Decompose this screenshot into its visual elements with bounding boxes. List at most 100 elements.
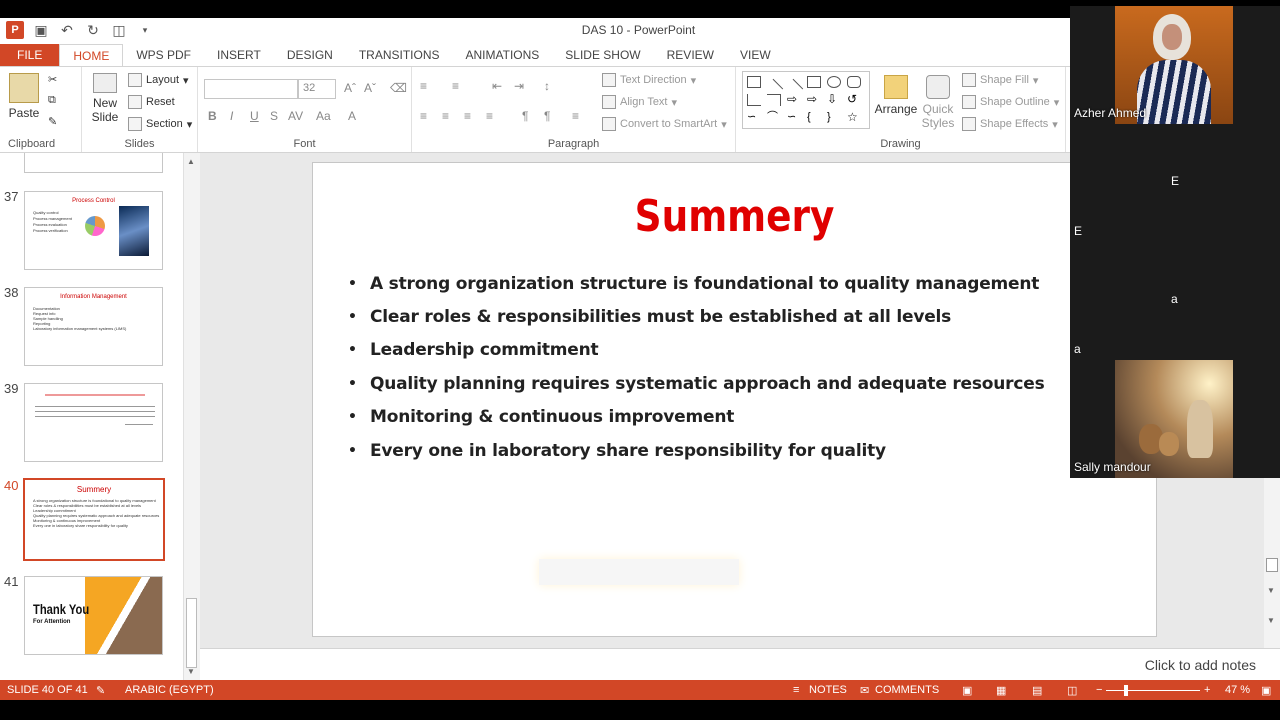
arc-shape-icon[interactable]: ⌒ xyxy=(767,112,781,124)
rounded-rect-shape-icon[interactable] xyxy=(847,76,861,88)
grow-font-icon[interactable]: Aˆ xyxy=(344,81,356,95)
thumbnail-scrollbar[interactable]: ▲ ▼ xyxy=(183,153,200,680)
numbering-icon[interactable]: ≡ xyxy=(452,79,459,93)
slide-thumbnail-38[interactable]: Information Management Documentation Req… xyxy=(24,287,163,366)
columns-icon[interactable]: ≡ xyxy=(572,109,579,123)
tab-home[interactable]: HOME xyxy=(59,44,124,66)
align-center-icon[interactable]: ≡ xyxy=(442,109,449,123)
shrink-font-icon[interactable]: Aˇ xyxy=(364,81,376,95)
tab-file[interactable]: FILE xyxy=(0,44,60,66)
convert-smartart-button[interactable]: Convert to SmartArt ▾ xyxy=(602,117,727,131)
tab-review[interactable]: REVIEW xyxy=(654,44,727,66)
zoom-slider-knob[interactable] xyxy=(1124,685,1128,696)
oval-shape-icon[interactable] xyxy=(827,76,841,88)
slide-sorter-icon[interactable]: ▦ xyxy=(996,684,1006,697)
align-text-button[interactable]: Align Text ▾ xyxy=(602,95,677,109)
spellcheck-icon[interactable]: ✎ xyxy=(96,684,105,697)
elbow-arrow-icon[interactable] xyxy=(767,94,781,106)
star-shape-icon[interactable]: ☆ xyxy=(847,111,861,124)
format-painter-icon[interactable]: ✎ xyxy=(48,115,57,128)
brace-left-icon[interactable]: { xyxy=(807,112,821,124)
block-arrow-down-icon[interactable]: ⇩ xyxy=(827,93,841,106)
strikethrough-icon[interactable]: S xyxy=(270,109,278,123)
new-slide-button[interactable]: New Slide xyxy=(86,73,124,124)
comments-button[interactable]: COMMENTS xyxy=(875,684,939,696)
notes-button[interactable]: NOTES xyxy=(809,684,847,696)
section-button[interactable]: Section ▾ xyxy=(128,117,192,131)
zoom-slider[interactable] xyxy=(1106,690,1200,691)
notes-pane[interactable]: Click to add notes xyxy=(200,648,1280,680)
decrease-indent-icon[interactable]: ⇤ xyxy=(492,79,502,93)
zoom-in-icon[interactable]: + xyxy=(1204,684,1210,696)
paste-button[interactable]: Paste xyxy=(6,73,42,120)
tab-view[interactable]: VIEW xyxy=(727,44,784,66)
zoom-level[interactable]: 47 % xyxy=(1225,684,1250,696)
shape-outline-button[interactable]: Shape Outline ▾ xyxy=(962,95,1059,109)
scroll-thumb[interactable] xyxy=(186,598,197,668)
quick-styles-button[interactable]: Quick Styles xyxy=(918,75,958,130)
textbox-shape-icon[interactable] xyxy=(747,76,761,88)
slideshow-view-icon[interactable]: ◫ xyxy=(1067,684,1077,697)
line-spacing-icon[interactable]: ↕ xyxy=(544,79,550,93)
layout-button[interactable]: Layout ▾ xyxy=(128,73,189,87)
char-spacing-icon[interactable]: AV xyxy=(288,109,303,123)
elbow-connector-icon[interactable] xyxy=(747,94,761,106)
clear-formatting-icon[interactable]: ⌫ xyxy=(390,81,407,95)
freeform-shape-icon[interactable]: ∽ xyxy=(787,112,801,124)
brace-right-icon[interactable]: } xyxy=(827,112,841,124)
rectangle-shape-icon[interactable] xyxy=(807,76,821,88)
zoom-out-icon[interactable]: − xyxy=(1096,684,1102,696)
slide-thumbnail-40[interactable]: Summery A strong organization structure … xyxy=(23,478,165,561)
text-direction-button[interactable]: Text Direction ▾ xyxy=(602,73,696,87)
right-arrow-shape-icon[interactable]: ⇨ xyxy=(787,93,801,106)
increase-indent-icon[interactable]: ⇥ xyxy=(514,79,524,93)
bullets-icon[interactable]: ≡ xyxy=(420,79,427,93)
reading-view-icon[interactable]: ▤ xyxy=(1032,684,1042,697)
underline-icon[interactable]: U xyxy=(250,109,259,123)
bullet-list[interactable]: • A strong organization structure is foun… xyxy=(348,267,1045,467)
language-indicator[interactable]: ARABIC (EGYPT) xyxy=(125,684,214,696)
scroll-down-icon[interactable]: ▼ xyxy=(187,667,195,676)
ltr-icon[interactable]: ¶ xyxy=(544,109,550,123)
normal-view-icon[interactable]: ▣ xyxy=(962,684,972,697)
reset-button[interactable]: Reset xyxy=(128,95,175,109)
bullet-item: • Quality planning requires systematic ap… xyxy=(348,373,1045,394)
font-size-field[interactable]: 32 xyxy=(298,79,336,99)
tab-wps-pdf[interactable]: WPS PDF xyxy=(123,44,204,66)
justify-icon[interactable]: ≡ xyxy=(486,109,493,123)
slide-thumbnail-36-partial[interactable] xyxy=(24,153,163,173)
slide-thumbnail-39[interactable] xyxy=(24,383,163,462)
block-arrow-right-icon[interactable]: ⇨ xyxy=(807,93,821,106)
copy-icon[interactable]: ⧉ xyxy=(48,94,56,107)
shape-fill-button[interactable]: Shape Fill ▾ xyxy=(962,73,1038,87)
font-name-field[interactable] xyxy=(204,79,298,99)
bold-icon[interactable]: B xyxy=(208,109,217,123)
shapes-gallery[interactable]: ⇨ ⇨ ⇩ ↺ ∽ ⌒ ∽ { } ☆ xyxy=(742,71,870,129)
slide-title[interactable]: Summery xyxy=(376,191,1093,242)
tab-slide-show[interactable]: SLIDE SHOW xyxy=(552,44,653,66)
curved-arrow-icon[interactable]: ↺ xyxy=(847,93,861,106)
fit-to-window-icon[interactable]: ▣ xyxy=(1261,684,1271,697)
font-color-icon[interactable]: A xyxy=(348,109,356,123)
align-left-icon[interactable]: ≡ xyxy=(420,109,427,123)
current-slide[interactable]: Summery • A strong organization structure… xyxy=(312,162,1157,637)
shape-effects-button[interactable]: Shape Effects ▾ xyxy=(962,117,1058,131)
tab-design[interactable]: DESIGN xyxy=(274,44,346,66)
italic-icon[interactable]: I xyxy=(230,109,233,123)
curve-shape-icon[interactable]: ∽ xyxy=(747,112,761,124)
tab-transitions[interactable]: TRANSITIONS xyxy=(346,44,453,66)
slide-thumbnail-41[interactable]: Thank You For Attention xyxy=(24,576,163,655)
arrange-button[interactable]: Arrange xyxy=(874,75,918,116)
tab-insert[interactable]: INSERT xyxy=(204,44,274,66)
slide-thumbnail-37[interactable]: Process Control Quality control Process … xyxy=(24,191,163,270)
next-slide-icon[interactable]: ▼ xyxy=(1267,616,1275,625)
change-case-icon[interactable]: Aa xyxy=(316,109,331,123)
scroll-up-icon[interactable]: ▲ xyxy=(187,157,195,166)
editor-scrollbar[interactable]: ▼ ▼ xyxy=(1264,478,1280,648)
align-right-icon[interactable]: ≡ xyxy=(464,109,471,123)
rtl-icon[interactable]: ¶ xyxy=(522,109,528,123)
scroll-thumb[interactable] xyxy=(1266,558,1278,572)
scroll-down-icon[interactable]: ▼ xyxy=(1267,586,1275,595)
cut-icon[interactable]: ✂ xyxy=(48,73,57,86)
tab-animations[interactable]: ANIMATIONS xyxy=(453,44,553,66)
